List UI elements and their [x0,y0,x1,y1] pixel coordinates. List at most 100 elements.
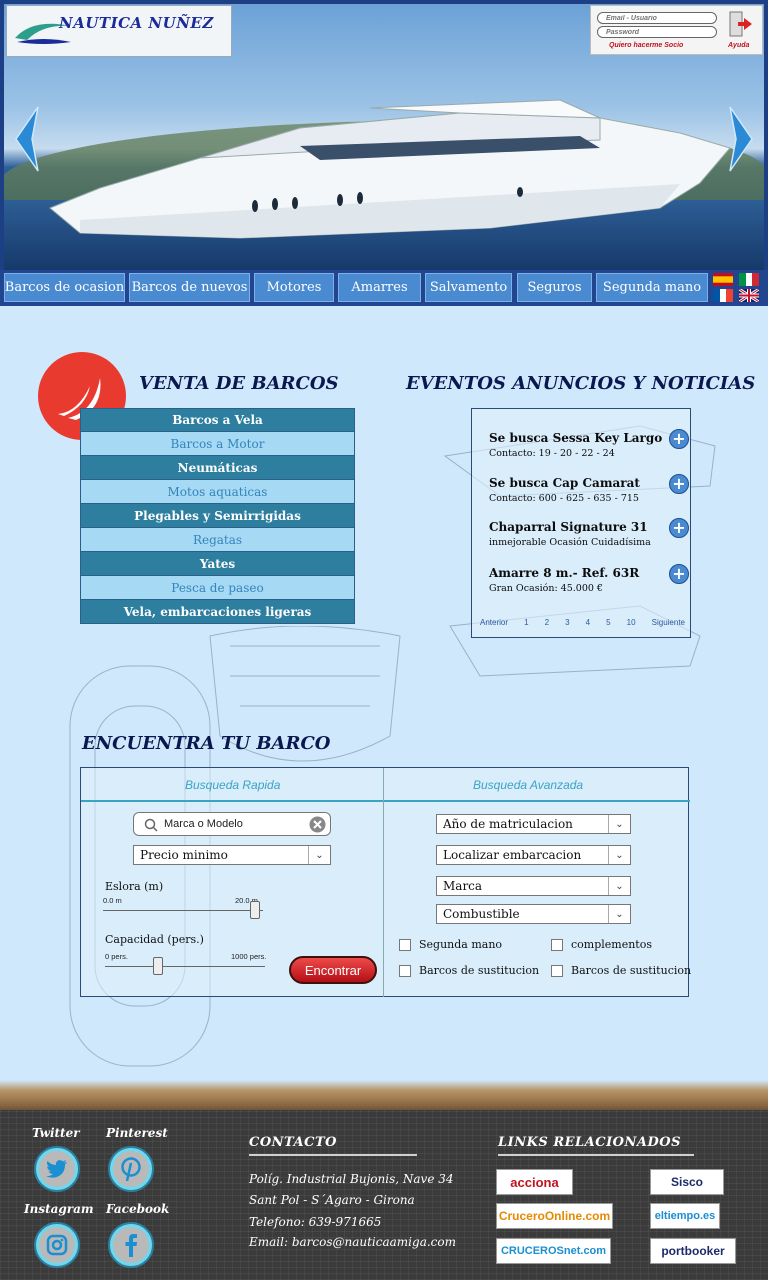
news-item-title: Amarre 8 m.- Ref. 63R [489,566,640,580]
capacidad-min: 0 pers. [105,952,128,961]
combustible-select[interactable]: Combustible ⌄ [436,904,631,924]
venta-title: VENTA DE BARCOS [139,373,339,394]
pager-page[interactable]: 2 [545,618,549,627]
category-yates[interactable]: Yates [80,552,355,576]
checkbox-sustitucion-2[interactable]: Barcos de sustitucion [551,964,691,977]
news-item[interactable]: Chaparral Signature 31 inmejorable Ocasi… [489,518,689,548]
tab-busqueda-rapida[interactable]: Busqueda Rapida [185,778,280,792]
eslora-min: 0.0 m [103,896,122,905]
twitter-icon[interactable] [34,1146,80,1192]
chevron-down-icon: ⌄ [308,846,330,864]
clear-icon[interactable] [309,816,326,833]
links-title: LINKS RELACIONADOS [498,1135,681,1150]
checkbox-box[interactable] [551,964,563,977]
category-motos-aquaticas[interactable]: Motos aquaticas [80,480,355,504]
search-divider [383,768,384,997]
chevron-down-icon: ⌄ [608,846,630,864]
news-item[interactable]: Amarre 8 m.- Ref. 63R Gran Ocasión: 45.0… [489,564,689,594]
link-crucerosnet[interactable]: CRUCEROSnet.com [496,1238,611,1264]
eslora-slider-handle[interactable] [250,901,260,919]
contacto-underline [249,1154,417,1156]
marca-select[interactable]: Marca ⌄ [436,876,631,896]
nav-tab-salvamento[interactable]: Salvamento [425,273,512,302]
expand-plus-icon[interactable]: + [669,564,689,584]
link-crucero-online[interactable]: CruceroOnline.com [496,1203,613,1229]
checkbox-box[interactable] [399,964,411,977]
search-input[interactable]: Marca o Modelo [133,812,331,836]
ano-matriculacion-select[interactable]: Año de matriculacion ⌄ [436,814,631,834]
checkbox-box[interactable] [399,938,411,951]
news-item-sub: Contacto: 19 - 20 - 22 - 24 [489,448,615,459]
news-item[interactable]: Se busca Cap Camarat Contacto: 600 - 625… [489,474,689,504]
pager-prev[interactable]: Anterior [480,618,508,627]
news-item-sub: Contacto: 600 - 625 - 635 - 715 [489,493,639,504]
news-item-title: Se busca Sessa Key Largo [489,431,663,445]
rocky-shore-divider [0,1080,768,1114]
category-plegables[interactable]: Plegables y Semirrigidas [80,504,355,528]
category-pesca-paseo[interactable]: Pesca de paseo [80,576,355,600]
contact-email[interactable]: Email: barcos@nauticaamiga.com [249,1235,456,1249]
facebook-icon[interactable] [108,1222,154,1268]
eslora-label: Eslora (m) [105,880,164,893]
it-flag-icon[interactable] [739,273,759,286]
eslora-slider-track[interactable] [103,910,263,911]
nav-tab-segunda-mano[interactable]: Segunda mano [596,273,708,302]
checkbox-box[interactable] [551,938,563,951]
category-barcos-vela[interactable]: Barcos a Vela [80,408,355,432]
pager-page[interactable]: 3 [565,618,569,627]
precio-select-value: Precio minimo [140,848,228,862]
contact-city: Sant Pol - S´Agaro - Girona [249,1193,415,1207]
instagram-icon[interactable] [34,1222,80,1268]
link-acciona[interactable]: acciona [496,1169,573,1195]
pager-page[interactable]: 5 [606,618,610,627]
uk-flag-icon[interactable] [739,289,759,302]
localizar-select[interactable]: Localizar embarcacion ⌄ [436,845,631,865]
news-item-sub: Gran Ocasión: 45.000 € [489,583,603,594]
nav-tab-seguros[interactable]: Seguros [517,273,592,302]
checkbox-label: Segunda mano [419,938,503,951]
capacidad-max: 1000 pers. [231,952,267,961]
eventos-title: EVENTOS ANUNCIOS Y NOTICIAS [406,373,756,394]
checkbox-sustitucion-1[interactable]: Barcos de sustitucion [399,964,539,977]
pager-page[interactable]: 4 [586,618,590,627]
fr-flag-icon[interactable] [713,289,733,302]
news-item[interactable]: Se busca Sessa Key Largo Contacto: 19 - … [489,429,689,459]
link-portbooker[interactable]: portbooker [650,1238,736,1264]
search-title: ENCUENTRA TU BARCO [82,733,331,754]
pager-page[interactable]: 1 [524,618,528,627]
encontrar-button[interactable]: Encontrar [289,956,377,984]
category-vela-ligeras[interactable]: Vela, embarcaciones ligeras [80,600,355,624]
capacidad-slider-track[interactable] [105,966,265,967]
nav-tab-motores[interactable]: Motores [254,273,334,302]
expand-plus-icon[interactable]: + [669,518,689,538]
category-barcos-motor[interactable]: Barcos a Motor [80,432,355,456]
es-flag-icon[interactable] [713,273,733,286]
pager-next[interactable]: Siguiente [652,618,685,627]
pinterest-icon[interactable] [108,1146,154,1192]
news-item-title: Se busca Cap Camarat [489,476,640,490]
category-regatas[interactable]: Regatas [80,528,355,552]
expand-plus-icon[interactable]: + [669,474,689,494]
contacto-title: CONTACTO [249,1135,337,1150]
capacidad-slider-handle[interactable] [152,957,163,975]
search-icon [144,818,158,832]
select-value: Combustible [443,907,520,921]
pager-page[interactable]: 10 [627,618,636,627]
link-eltiempo[interactable]: eltiempo.es [650,1203,720,1229]
checkbox-complementos[interactable]: complementos [551,938,652,951]
checkbox-segunda-mano[interactable]: Segunda mano [399,938,502,951]
expand-plus-icon[interactable]: + [669,429,689,449]
link-sisco[interactable]: Sisco [650,1169,724,1195]
nav-tab-barcos-ocasion[interactable]: Barcos de ocasion [4,273,125,302]
hero-banner: NAUTICA NUÑEZ Quiero hacerme Socio Ayuda [0,0,768,270]
news-item-sub: inmejorable Ocasión Cuidadísima [489,537,651,548]
chevron-down-icon: ⌄ [608,815,630,833]
checkbox-label: Barcos de sustitucion [419,964,540,977]
select-value: Año de matriculacion [443,817,573,831]
category-neumaticas[interactable]: Neumáticas [80,456,355,480]
category-list: Barcos a Vela Barcos a Motor Neumáticas … [80,408,355,624]
precio-select[interactable]: Precio minimo ⌄ [133,845,331,865]
tab-busqueda-avanzada[interactable]: Busqueda Avanzada [473,778,583,792]
nav-tab-amarres[interactable]: Amarres [338,273,421,302]
nav-tab-barcos-nuevos[interactable]: Barcos de nuevos [129,273,250,302]
